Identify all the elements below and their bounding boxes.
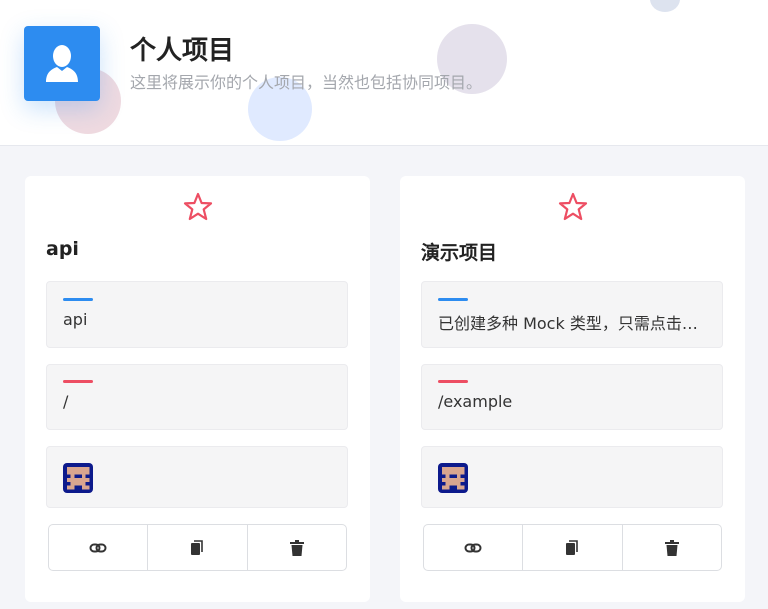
project-url-box: / <box>46 364 348 430</box>
member-avatar[interactable] <box>438 463 468 493</box>
project-base-url: / <box>63 392 69 411</box>
project-url-box: /example <box>421 364 723 430</box>
copy-link-button[interactable] <box>49 525 147 570</box>
url-accent-bar <box>438 380 468 383</box>
project-name[interactable]: 演示项目 <box>421 238 497 265</box>
decorative-bubble <box>650 0 680 12</box>
page-title: 个人项目 <box>130 36 235 66</box>
page-header: 个人项目 这里将展示你的个人项目，当然也包括协同项目。 <box>0 0 768 146</box>
copy-icon <box>191 539 204 555</box>
delete-project-button[interactable] <box>621 525 721 570</box>
user-icon <box>46 44 78 82</box>
project-actions <box>423 524 722 571</box>
clone-project-button[interactable] <box>147 525 246 570</box>
link-icon <box>464 543 482 552</box>
delete-project-button[interactable] <box>246 525 346 570</box>
copy-icon <box>566 539 579 555</box>
star-icon[interactable] <box>182 191 214 223</box>
page-subtitle: 这里将展示你的个人项目，当然也包括协同项目。 <box>130 73 483 92</box>
project-members-box <box>46 446 348 508</box>
project-card[interactable]: api api / <box>25 176 370 602</box>
copy-link-button[interactable] <box>424 525 522 570</box>
project-members-box <box>421 446 723 508</box>
project-actions <box>48 524 347 571</box>
link-icon <box>89 543 107 552</box>
member-avatar[interactable] <box>63 463 93 493</box>
project-card[interactable]: 演示项目 已创建多种 Mock 类型，只需点击预览便可查看效果。 /exampl… <box>400 176 745 602</box>
clone-project-button[interactable] <box>522 525 621 570</box>
url-accent-bar <box>63 380 93 383</box>
star-icon[interactable] <box>557 191 589 223</box>
description-accent-bar <box>63 298 93 301</box>
trash-icon <box>289 539 304 556</box>
project-base-url: /example <box>438 392 513 411</box>
project-description-box: 已创建多种 Mock 类型，只需点击预览便可查看效果。 <box>421 281 723 348</box>
project-description: api <box>63 310 88 329</box>
project-description-box: api <box>46 281 348 348</box>
trash-icon <box>664 539 679 556</box>
project-name[interactable]: api <box>46 238 79 260</box>
project-description: 已创建多种 Mock 类型，只需点击预览便可查看效果。 <box>438 314 708 333</box>
description-accent-bar <box>438 298 468 301</box>
header-avatar <box>24 26 100 101</box>
